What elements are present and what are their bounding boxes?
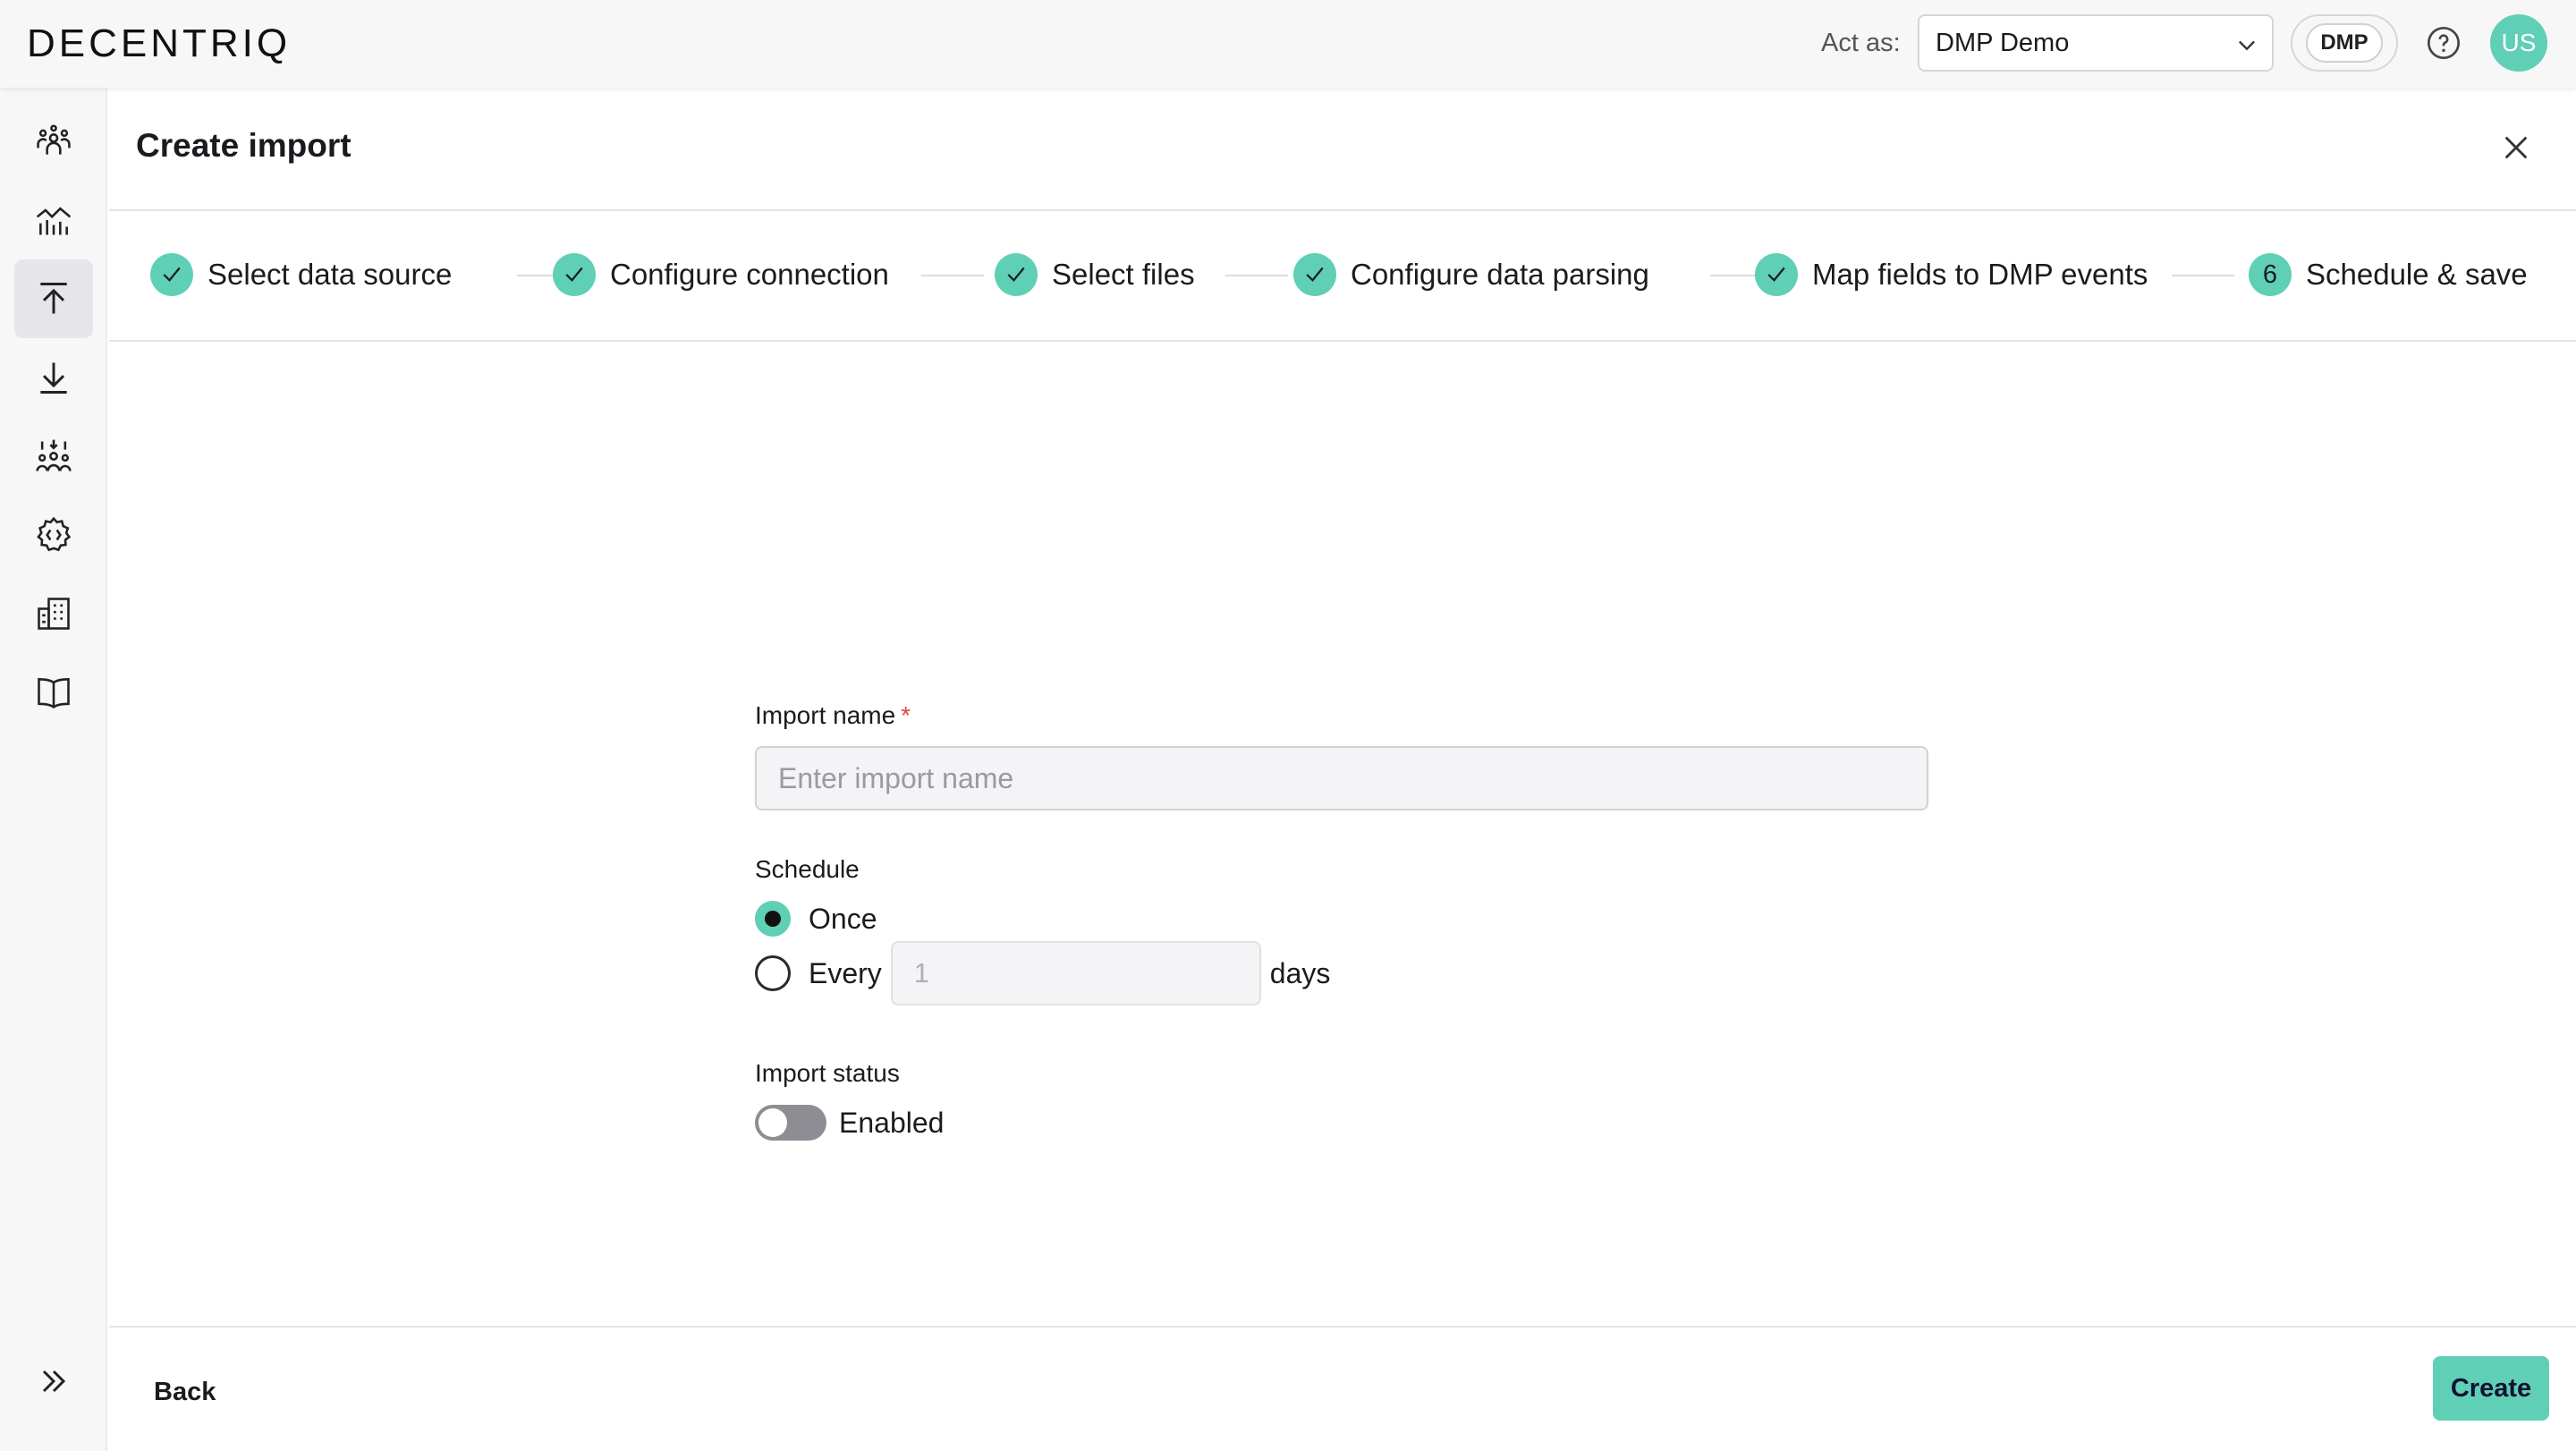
create-button[interactable]: Create <box>2433 1356 2549 1421</box>
step-label: Select data source <box>208 258 453 291</box>
step-map-fields: Map fields to DMP events <box>1755 252 2148 297</box>
step-select-files: Select files <box>995 252 1195 297</box>
sidebar <box>0 88 107 1451</box>
user-avatar[interactable]: US <box>2490 14 2547 72</box>
import-status-label: Import status <box>755 1059 900 1087</box>
help-icon[interactable] <box>2426 25 2462 61</box>
schedule-once-option[interactable]: Once <box>755 896 877 941</box>
step-number-badge: 6 <box>2249 253 2292 296</box>
main-panel: Create import Select data source Configu… <box>109 88 2576 1451</box>
step-done-badge <box>1293 253 1336 296</box>
import-status-toggle-label: Enabled <box>839 1106 945 1139</box>
days-unit-label: days <box>1269 956 1331 989</box>
sidebar-item-audiences[interactable] <box>14 417 93 496</box>
act-as-value: DMP Demo <box>1936 29 2070 57</box>
gear-code-icon <box>37 516 72 552</box>
book-icon <box>38 678 70 709</box>
double-chevron-right-icon <box>42 1370 66 1393</box>
back-button[interactable]: Back <box>154 1378 216 1407</box>
app-logo[interactable]: DECENTRIQ <box>27 21 291 66</box>
step-configure-connection: Configure connection <box>553 252 889 297</box>
top-bar: DECENTRIQ Act as: DMP Demo DMP US <box>0 0 2576 88</box>
step-label: Select files <box>1052 258 1195 291</box>
sidebar-item-organizations[interactable] <box>14 574 93 653</box>
check-icon <box>1007 267 1025 282</box>
building-icon <box>38 598 70 630</box>
sidebar-item-developer[interactable] <box>14 496 93 574</box>
schedule-label: Schedule <box>755 855 860 883</box>
sidebar-item-insights[interactable] <box>14 181 93 259</box>
upload-icon <box>40 283 67 314</box>
radio-once[interactable] <box>755 901 791 937</box>
sidebar-expand-button[interactable] <box>14 1342 93 1421</box>
step-done-badge <box>995 253 1038 296</box>
close-icon[interactable] <box>2501 132 2531 163</box>
chevron-down-icon <box>2239 40 2255 51</box>
sidebar-item-imports[interactable] <box>14 259 93 338</box>
step-configure-data-parsing: Configure data parsing <box>1293 252 1649 297</box>
dmp-chip[interactable]: DMP <box>2291 14 2398 72</box>
radio-every[interactable] <box>755 955 791 991</box>
radio-every-label: Every <box>809 956 882 989</box>
insights-chart-icon <box>36 207 72 235</box>
step-done-badge <box>553 253 596 296</box>
act-as-select[interactable]: DMP Demo <box>1918 14 2274 72</box>
dmp-chip-label: DMP <box>2306 23 2383 63</box>
required-marker: * <box>901 701 911 729</box>
sidebar-item-exports[interactable] <box>14 338 93 417</box>
import-status-toggle-row[interactable]: Enabled <box>755 1100 944 1145</box>
check-icon <box>1767 267 1785 282</box>
people-icon <box>37 124 71 155</box>
radio-once-label: Once <box>809 902 877 935</box>
step-select-data-source: Select data source <box>150 252 452 297</box>
import-name-label: Import name * <box>755 701 911 730</box>
step-label: Configure data parsing <box>1351 258 1649 291</box>
step-label: Configure connection <box>610 258 889 291</box>
schedule-every-option[interactable]: Every 1 days <box>755 939 1330 1007</box>
import-status-toggle[interactable] <box>755 1105 826 1141</box>
check-icon <box>1306 267 1324 282</box>
step-done-badge <box>150 253 193 296</box>
download-icon <box>40 362 67 394</box>
act-as-label: Act as: <box>1821 29 1901 57</box>
every-days-input[interactable]: 1 <box>890 941 1261 1006</box>
step-connector <box>2172 275 2234 276</box>
check-icon <box>163 267 181 282</box>
audience-icon <box>36 439 72 471</box>
dialog-footer: Back Create <box>109 1326 2576 1451</box>
stepper: Select data source Configure connection … <box>109 211 2576 342</box>
step-connector <box>1225 275 1288 276</box>
sidebar-item-docs[interactable] <box>14 653 93 732</box>
import-name-input[interactable]: Enter import name <box>755 746 1928 810</box>
import-name-label-text: Import name <box>755 701 896 729</box>
check-icon <box>565 267 583 282</box>
step-label: Schedule & save <box>2306 258 2528 291</box>
step-connector <box>921 275 984 276</box>
step-schedule-save: 6 Schedule & save <box>2249 252 2528 297</box>
step-done-badge <box>1755 253 1798 296</box>
step-label: Map fields to DMP events <box>1812 258 2148 291</box>
sidebar-item-people[interactable] <box>14 102 93 181</box>
dialog-header: Create import <box>109 88 2576 211</box>
page-title: Create import <box>136 127 352 164</box>
